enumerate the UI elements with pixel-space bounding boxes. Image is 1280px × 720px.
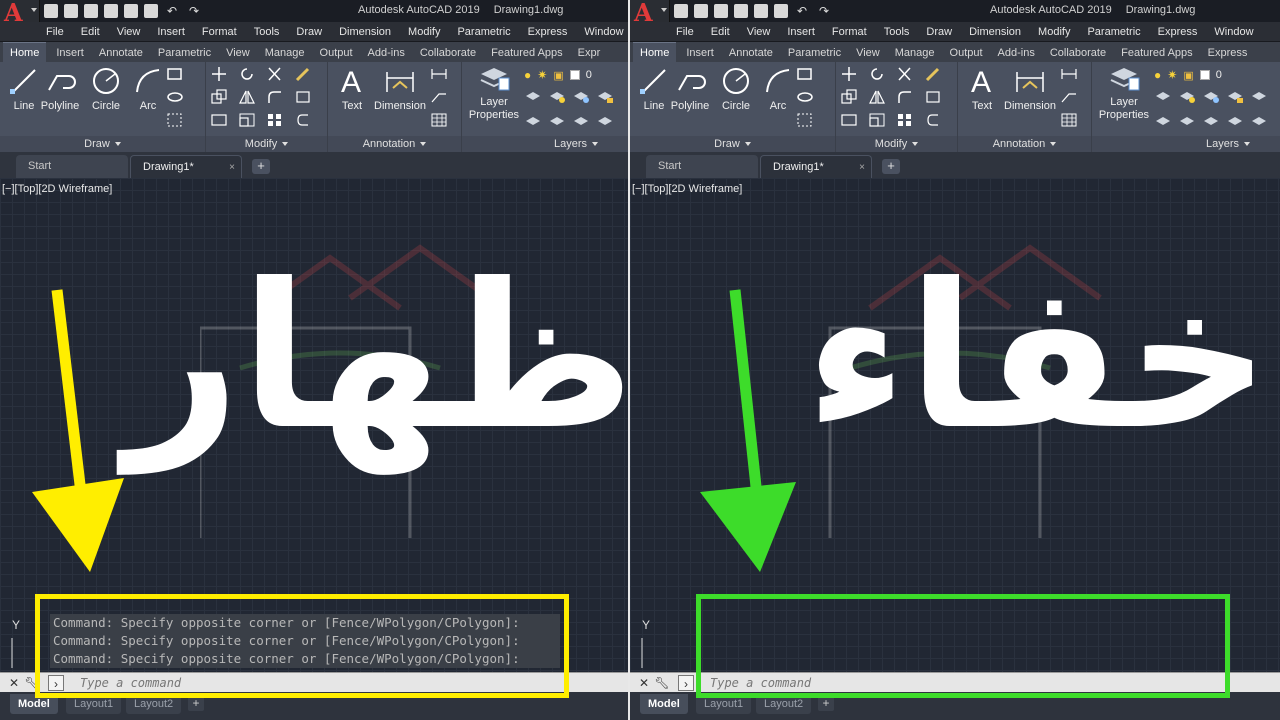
command-line-highlight [696, 594, 1230, 698]
command-history-highlight [35, 594, 569, 698]
autocad-window-left: A ↶ ↷ Autodesk AutoCAD 2019 Drawing1.dwg … [0, 0, 628, 720]
autocad-window-right: A ↶ ↷ Autodesk AutoCAD 2019 Drawing1.dwg … [630, 0, 1280, 720]
